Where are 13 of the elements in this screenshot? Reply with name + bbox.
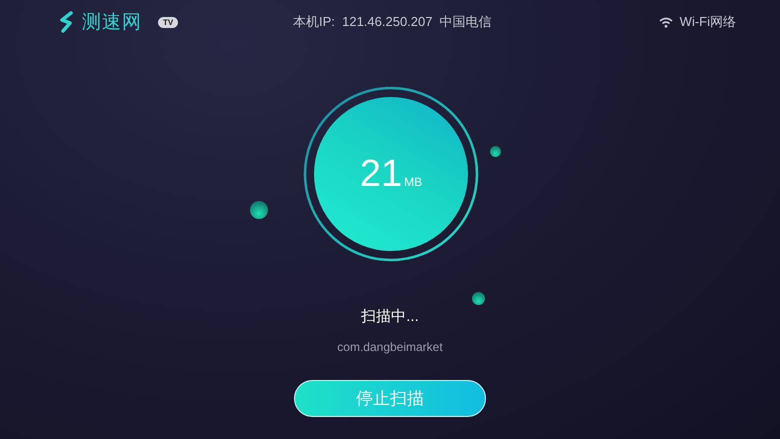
ip-info: 本机IP: 121.46.250.207 中国电信: [293, 13, 492, 31]
brand-name: 测速网: [82, 11, 142, 35]
wifi-icon: [658, 16, 673, 28]
stop-scan-button[interactable]: 停止扫描: [294, 380, 486, 417]
logo-icon: [58, 11, 76, 33]
scanned-size: 21 MB: [360, 152, 422, 196]
tv-badge: TV: [158, 16, 178, 28]
orb-decoration: [490, 146, 501, 157]
network-type: Wi-Fi网络: [680, 13, 736, 31]
orb-decoration: [250, 201, 268, 219]
scan-status: 扫描中...: [361, 307, 419, 326]
package-name: com.dangbeimarket: [337, 340, 443, 354]
orb-decoration: [472, 292, 485, 305]
